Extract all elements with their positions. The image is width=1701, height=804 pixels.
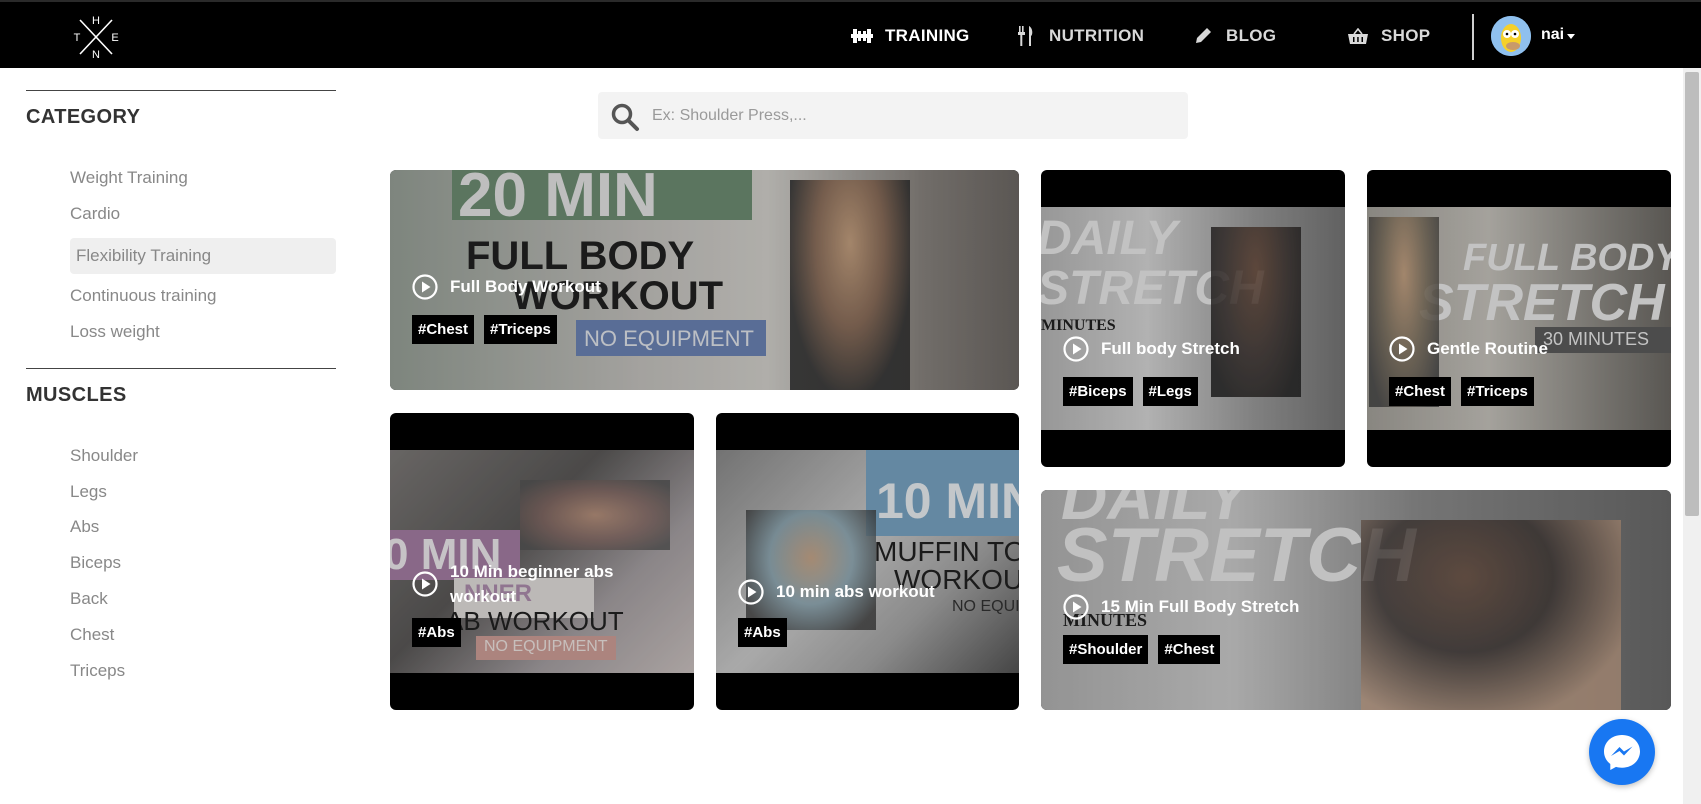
divider — [26, 90, 336, 91]
category-continuous-training[interactable]: Continuous training — [70, 286, 216, 306]
messenger-chat-button[interactable] — [1589, 719, 1655, 785]
tag-list: #Chest #Triceps — [1389, 377, 1534, 406]
nav-training[interactable]: TRAINING — [851, 22, 970, 50]
messenger-icon — [1604, 735, 1640, 770]
tag-list: #Shoulder #Chest — [1063, 635, 1221, 664]
search-input[interactable] — [652, 92, 1172, 139]
logo-letter-t: T — [74, 32, 81, 44]
dumbbell-icon — [851, 25, 873, 47]
chevron-down-icon[interactable] — [1567, 34, 1575, 39]
play-icon[interactable] — [412, 274, 438, 300]
workout-title-text: 10 min abs workout — [776, 582, 935, 601]
workout-title: 10 Min beginner abs workout — [412, 559, 672, 609]
muscle-shoulder[interactable]: Shoulder — [70, 446, 138, 466]
workout-card[interactable]: FULL BODY STRETCH 30 MINUTES Gentle Rout… — [1367, 170, 1671, 467]
muscle-legs[interactable]: Legs — [70, 482, 107, 502]
basket-icon — [1347, 25, 1369, 47]
muscle-chest[interactable]: Chest — [70, 625, 114, 645]
fork-knife-icon — [1015, 25, 1037, 47]
tag[interactable]: #Legs — [1142, 377, 1198, 406]
tag[interactable]: #Triceps — [484, 315, 557, 344]
logo-letter-h: H — [92, 15, 100, 27]
pencil-icon — [1192, 25, 1214, 47]
nav-nutrition-label: NUTRITION — [1049, 26, 1145, 45]
tag[interactable]: #Shoulder — [1063, 635, 1149, 664]
nav-blog-label: BLOG — [1226, 26, 1277, 45]
category-loss-weight[interactable]: Loss weight — [70, 322, 160, 342]
nav-shop[interactable]: SHOP — [1347, 22, 1430, 50]
tag[interactable]: #Chest — [412, 315, 475, 344]
workout-title: 10 min abs workout — [738, 579, 935, 605]
muscle-back[interactable]: Back — [70, 589, 108, 609]
scrollbar-thumb[interactable] — [1685, 72, 1699, 516]
tag[interactable]: #Biceps — [1063, 377, 1133, 406]
workout-title-text: Gentle Routine — [1427, 339, 1548, 358]
workout-title-text: 15 Min Full Body Stretch — [1101, 597, 1300, 616]
muscles-title: MUSCLES — [26, 384, 127, 406]
play-icon[interactable] — [412, 571, 438, 597]
nav-training-label: TRAINING — [885, 26, 970, 45]
workout-card[interactable]: 10 MIN MUFFIN TO WORKOUT NO EQUIP 10 min… — [716, 413, 1019, 710]
play-icon[interactable] — [738, 579, 764, 605]
nav-blog[interactable]: BLOG — [1192, 22, 1276, 50]
muscle-triceps[interactable]: Triceps — [70, 661, 125, 681]
divider — [26, 368, 336, 369]
tag[interactable]: #Abs — [412, 618, 461, 647]
workout-card[interactable]: DAILY STRETCH MINUTES Full body Stretch … — [1041, 170, 1345, 467]
workout-card[interactable]: 0 MIN NNER AB WORKOUT NO EQUIPMENT 10 Mi… — [390, 413, 694, 710]
logo-letter-n: N — [92, 49, 100, 60]
top-navbar: H T E N TRAINING NUTRITION BLOG SHOP nai — [0, 2, 1701, 68]
user-name[interactable]: nai — [1541, 26, 1564, 44]
play-icon[interactable] — [1063, 336, 1089, 362]
tag[interactable]: #Triceps — [1461, 377, 1534, 406]
workout-title: 15 Min Full Body Stretch — [1063, 594, 1299, 620]
workout-title: Full Body Workout — [412, 274, 601, 300]
tag[interactable]: #Chest — [1158, 635, 1221, 664]
nav-shop-label: SHOP — [1381, 26, 1431, 45]
play-icon[interactable] — [1063, 594, 1089, 620]
muscle-biceps[interactable]: Biceps — [70, 553, 121, 573]
search-bar — [598, 92, 1188, 139]
brand-logo[interactable]: H T E N — [72, 14, 120, 60]
search-icon[interactable] — [610, 102, 640, 132]
tag[interactable]: #Chest — [1389, 377, 1452, 406]
tag-list: #Chest #Triceps — [412, 315, 557, 344]
category-flexibility-training[interactable]: Flexibility Training — [70, 238, 336, 274]
user-avatar[interactable] — [1491, 16, 1531, 56]
muscle-abs[interactable]: Abs — [70, 517, 99, 537]
workout-title: Full body Stretch — [1063, 336, 1240, 362]
workout-title-text: 10 Min beginner abs workout — [450, 562, 614, 606]
category-weight-training[interactable]: Weight Training — [70, 168, 188, 188]
logo-letter-e: E — [111, 32, 118, 44]
app-window: H T E N TRAINING NUTRITION BLOG SHOP nai… — [0, 0, 1701, 804]
tag-list: #Biceps #Legs — [1063, 377, 1198, 406]
play-icon[interactable] — [1389, 336, 1415, 362]
workout-title-text: Full Body Workout — [450, 277, 601, 296]
category-cardio[interactable]: Cardio — [70, 204, 120, 224]
workout-title-text: Full body Stretch — [1101, 339, 1240, 358]
tag-list: #Abs — [412, 618, 461, 647]
filter-sidebar: CATEGORY Weight Training Cardio Flexibil… — [26, 68, 336, 768]
nav-divider — [1472, 14, 1474, 60]
workout-title: Gentle Routine — [1389, 336, 1548, 362]
tag-list: #Abs — [738, 618, 787, 647]
workout-card[interactable]: DAILY STRETCH MINUTES 15 Min Full Body S… — [1041, 490, 1671, 710]
workout-card[interactable]: 20 MIN FULL BODY WORKOUT NO EQUIPMENT Fu… — [390, 170, 1019, 390]
category-title: CATEGORY — [26, 106, 141, 128]
nav-nutrition[interactable]: NUTRITION — [1015, 22, 1144, 50]
tag[interactable]: #Abs — [738, 618, 787, 647]
